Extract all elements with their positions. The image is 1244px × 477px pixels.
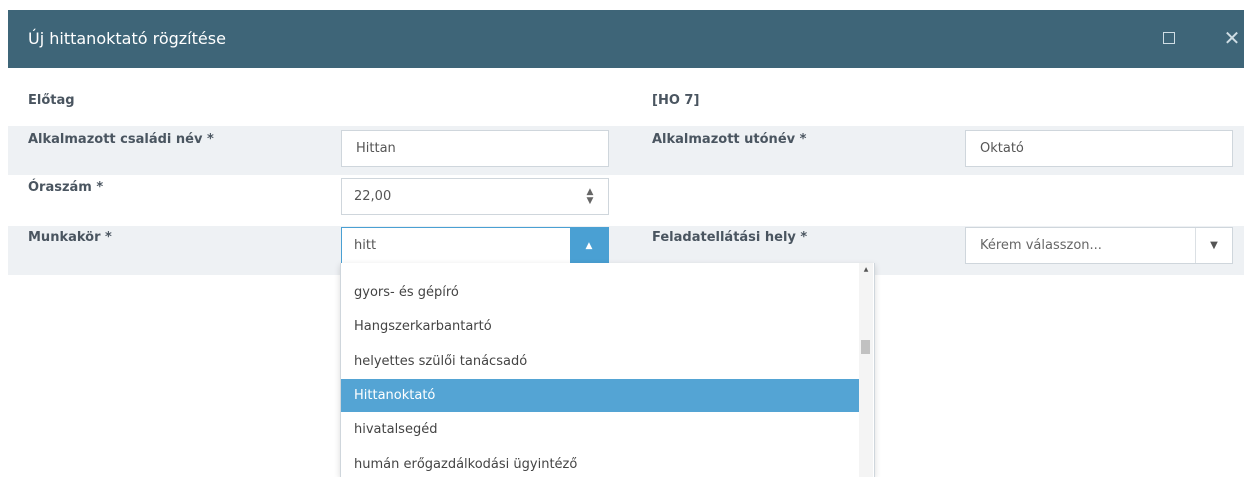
prefix-label: Előtag	[28, 93, 75, 108]
list-item-selected[interactable]: Hittanoktató	[341, 379, 859, 412]
list-item[interactable]: gyors- és gépíró	[341, 276, 859, 309]
hours-row: Óraszám * 22,00 ▲ ▼	[8, 175, 1244, 226]
scrollbar-thumb[interactable]	[861, 340, 870, 354]
hours-label: Óraszám *	[28, 180, 104, 195]
dialog-title-bar: Új hittanoktató rögzítése ✕	[8, 10, 1244, 68]
page: Új hittanoktató rögzítése ✕ Előtag [HO 7…	[0, 0, 1244, 477]
dialog-title: Új hittanoktató rögzítése	[28, 29, 226, 48]
scrollbar[interactable]	[859, 263, 873, 477]
place-placeholder: Kérem válasszon...	[980, 238, 1102, 253]
job-combobox-input[interactable]: hitt ▲	[341, 227, 609, 265]
hours-stepper[interactable]: 22,00 ▲ ▼	[341, 178, 609, 215]
given-name-label: Alkalmazott utónév *	[652, 132, 807, 147]
job-label: Munkakör *	[28, 230, 112, 245]
close-icon[interactable]: ✕	[1220, 26, 1244, 50]
hours-value: 22,00	[354, 189, 392, 204]
list-item[interactable]: Hangszerkarbantartó	[341, 310, 859, 343]
stepper-arrows-icon[interactable]: ▲ ▼	[572, 179, 608, 214]
maximize-icon[interactable]	[1163, 32, 1175, 44]
family-name-label: Alkalmazott családi név *	[28, 132, 214, 147]
prefix-value: [HO 7]	[652, 93, 700, 108]
prefix-row: Előtag [HO 7]	[8, 82, 1244, 126]
list-item[interactable]: helyettes szülői tanácsadó	[341, 345, 859, 378]
stepper-down-icon[interactable]: ▼	[587, 196, 594, 206]
job-input-value: hitt	[354, 238, 377, 253]
scroll-up-icon[interactable]: ▲	[859, 265, 873, 275]
chevron-down-icon[interactable]: ▼	[1195, 228, 1232, 263]
place-label: Feladatellátási hely *	[652, 230, 808, 245]
family-name-input[interactable]: Hittan	[341, 130, 609, 167]
job-dropdown-list: gyors- és gépíró Hangszerkarbantartó hel…	[340, 263, 875, 477]
list-item[interactable]: humán erőgazdálkodási ügyintéző	[341, 448, 859, 477]
place-select[interactable]: Kérem válasszon... ▼	[965, 227, 1233, 264]
list-item[interactable]: hivatalsegéd	[341, 413, 859, 446]
given-name-input[interactable]: Oktató	[965, 130, 1233, 167]
chevron-up-icon[interactable]: ▲	[570, 228, 608, 265]
name-row: Alkalmazott családi név * Hittan Alkalma…	[8, 126, 1244, 175]
